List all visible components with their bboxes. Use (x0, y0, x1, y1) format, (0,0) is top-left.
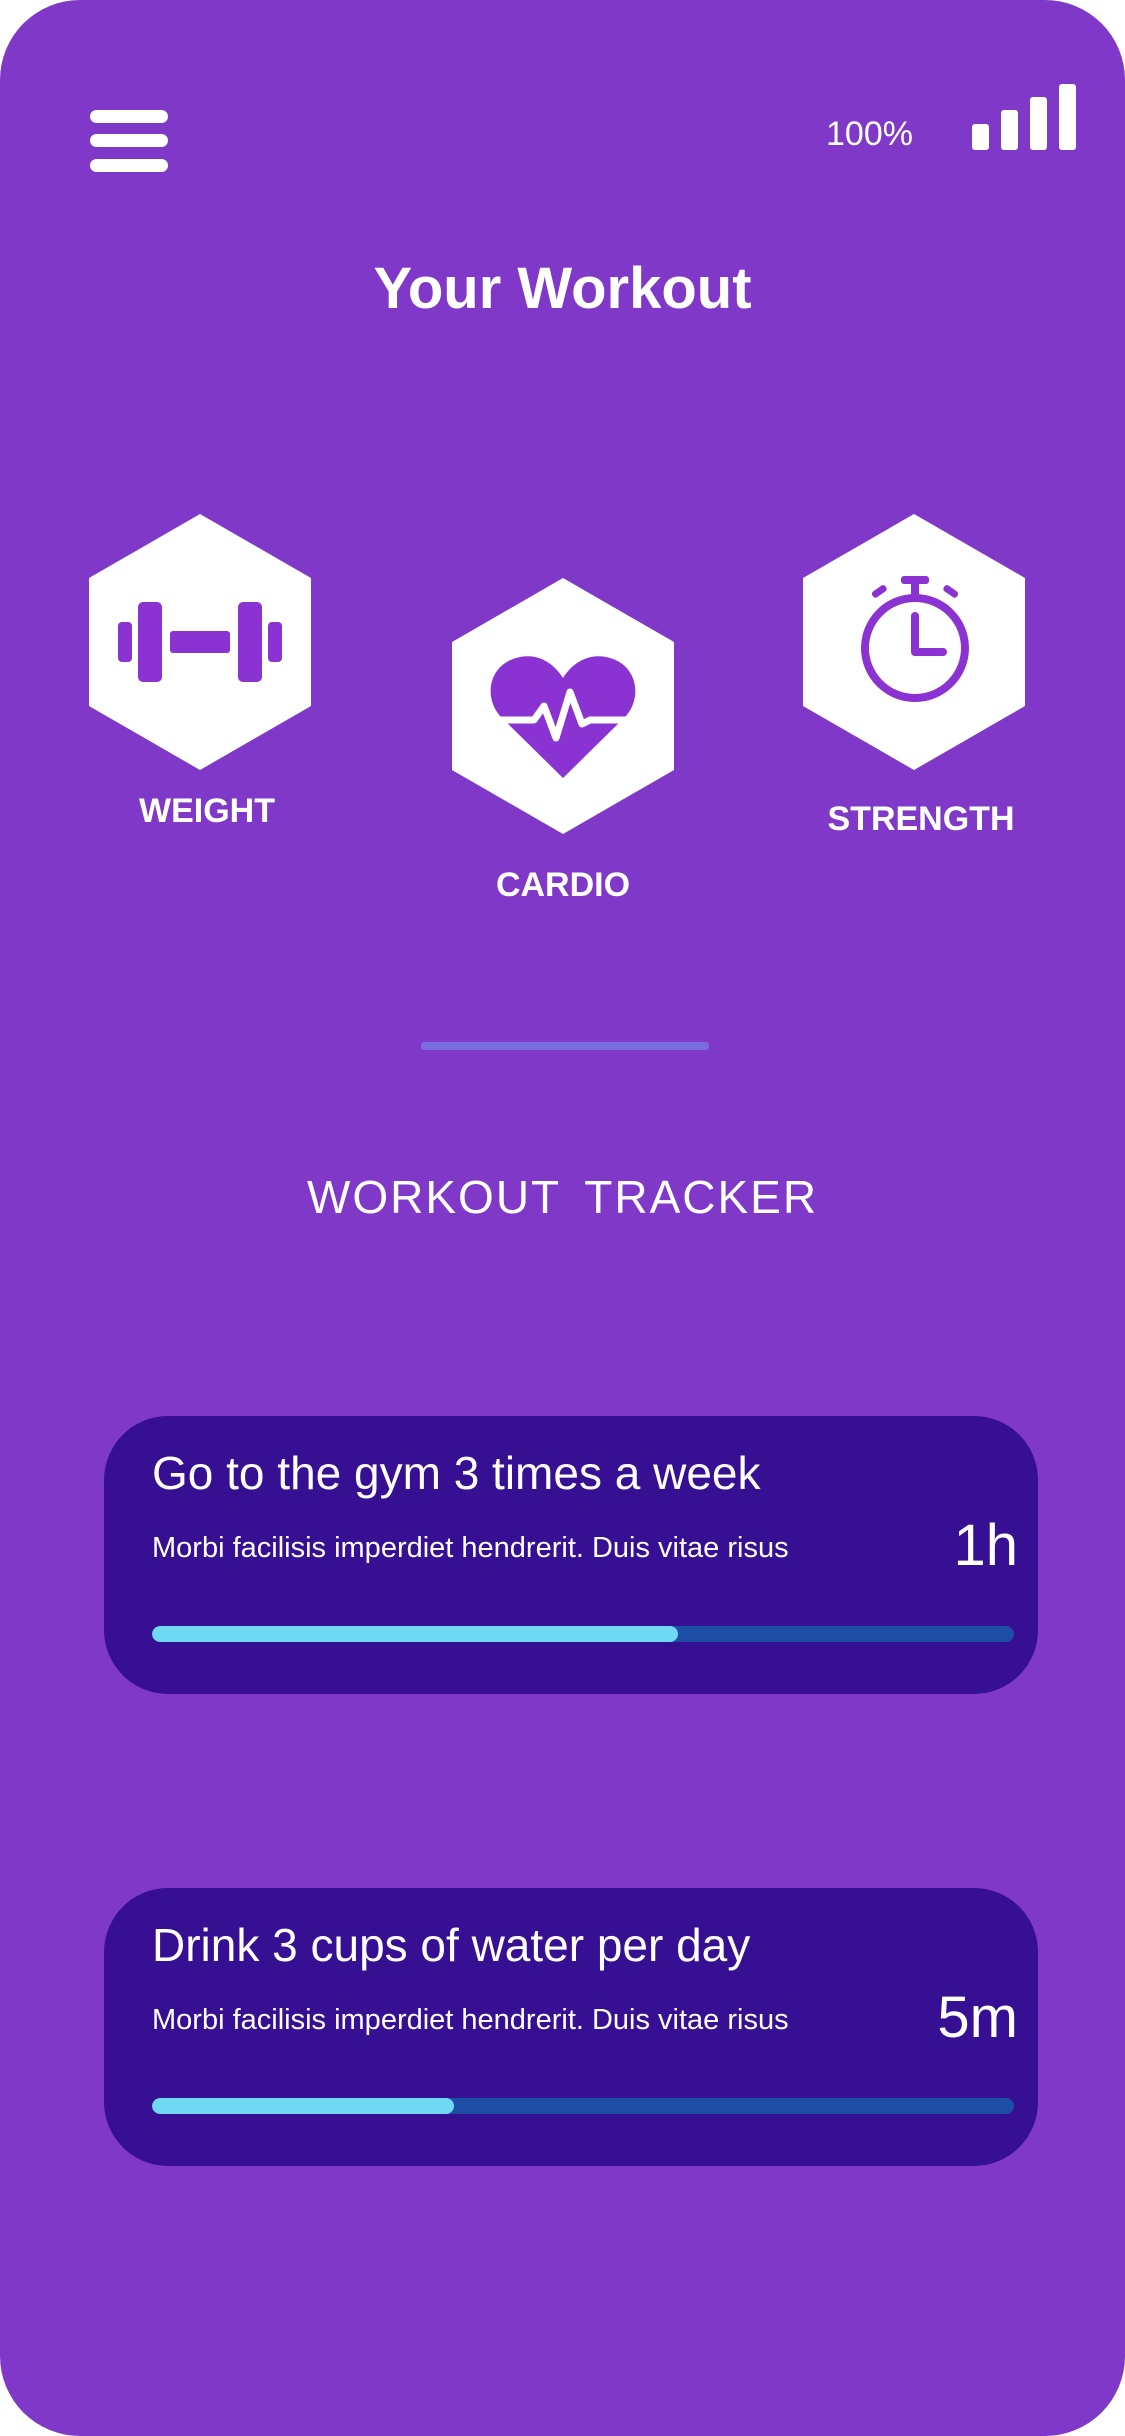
strength-hex-tile (803, 514, 1025, 770)
signal-bars-icon (972, 84, 1076, 150)
category-label: WEIGHT (139, 792, 275, 830)
progress-fill (152, 2098, 454, 2114)
category-label: CARDIO (495, 866, 631, 904)
app-screen: 100% Your Workout WEIGHT CARDIO STRENGTH… (0, 0, 1125, 2436)
tracker-card[interactable]: Drink 3 cups of water per day Morbi faci… (104, 1888, 1038, 2166)
tracker-card-time: 1h (953, 1513, 1018, 1578)
progress-fill (152, 1626, 678, 1642)
tracker-card-time: 5m (937, 1985, 1018, 2050)
tracker-card-title: Drink 3 cups of water per day (152, 1919, 751, 1971)
tracker-card-title: Go to the gym 3 times a week (152, 1447, 761, 1499)
progress-track (152, 1626, 1014, 1642)
progress-track (152, 2098, 1014, 2114)
category-label: STRENGTH (827, 800, 1015, 838)
tracker-card-description: Morbi facilisis imperdiet hendrerit. Dui… (152, 2004, 789, 2036)
section-title: WORKOUT TRACKER (306, 1171, 819, 1223)
tracker-card[interactable]: Go to the gym 3 times a week Morbi facil… (104, 1416, 1038, 1694)
stopwatch-icon (861, 576, 969, 702)
hamburger-menu-icon[interactable] (90, 110, 168, 172)
battery-percentage: 100% (826, 115, 913, 153)
weight-hex-tile (89, 514, 311, 770)
page-title: Your Workout (373, 256, 752, 321)
section-divider (421, 1042, 709, 1050)
dumbbell-icon (118, 602, 282, 682)
cardio-hex-tile (452, 578, 674, 834)
tracker-card-description: Morbi facilisis imperdiet hendrerit. Dui… (152, 1532, 789, 1564)
heart-pulse-icon (490, 656, 636, 778)
